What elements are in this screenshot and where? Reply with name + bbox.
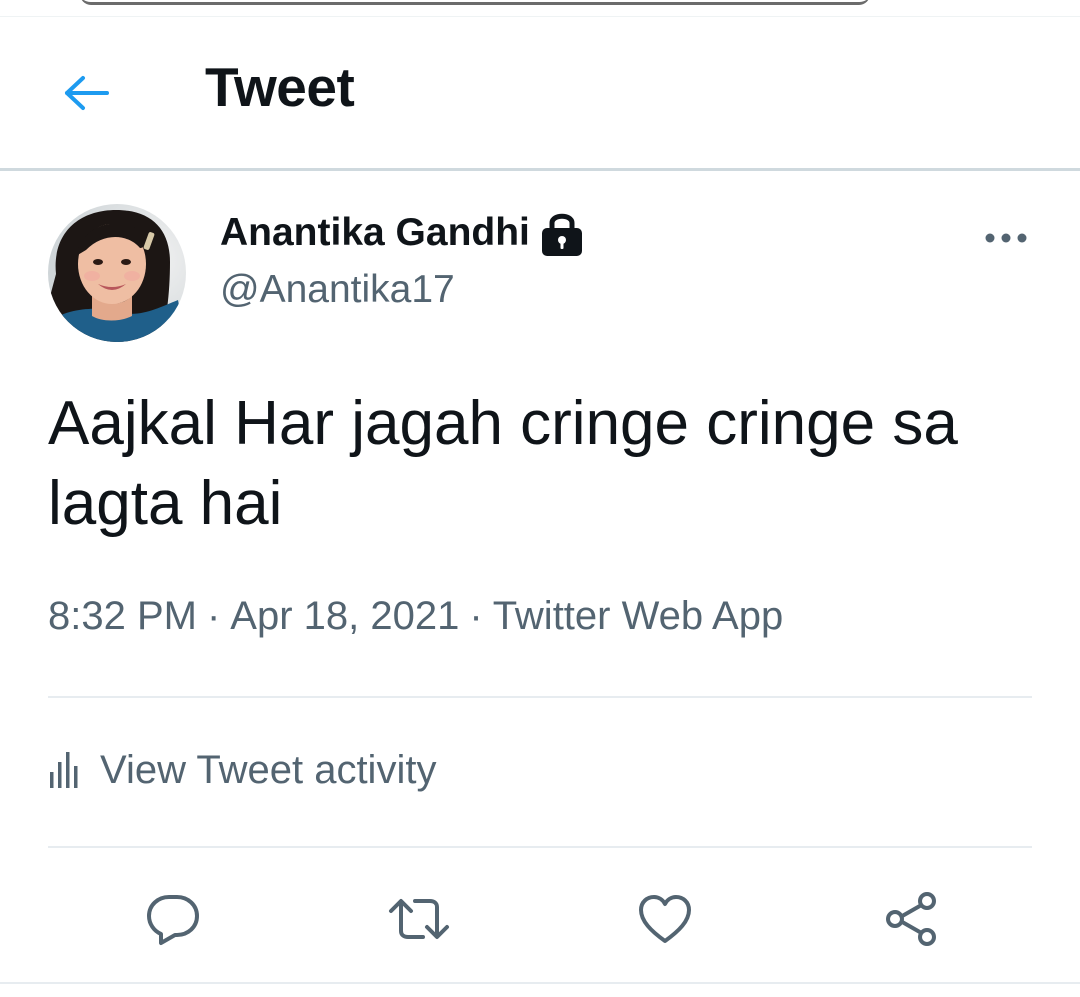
share-button[interactable] [876, 884, 946, 954]
page-title: Tweet [205, 56, 355, 118]
more-options-button[interactable] [978, 220, 1034, 256]
lock-icon [541, 213, 582, 256]
bottom-divider [0, 982, 1080, 984]
meta-separator: · [469, 594, 483, 638]
divider [48, 696, 1032, 698]
heart-icon [639, 895, 691, 943]
arrow-left-icon [65, 76, 109, 110]
meta-separator: · [206, 594, 221, 638]
retweet-icon [389, 899, 449, 939]
back-button[interactable] [52, 69, 120, 117]
share-icon [886, 892, 936, 946]
divider [48, 846, 1032, 848]
tweet-source[interactable]: Twitter Web App [493, 594, 784, 638]
tweet-date[interactable]: Apr 18, 2021 [230, 594, 459, 638]
reply-button[interactable] [138, 884, 208, 954]
browser-bar-edge [80, 0, 870, 5]
tweet-time[interactable]: 8:32 PM [48, 594, 197, 638]
tweet-text: Aajkal Har jagah cringe cringe sa lagta … [48, 389, 958, 538]
user-name-text: Anantika Gandhi [220, 211, 530, 254]
analytics-bars-icon [50, 752, 78, 788]
more-dots-icon [985, 233, 1027, 243]
header: Tweet [0, 17, 1080, 171]
view-tweet-activity-link[interactable]: View Tweet activity [48, 742, 436, 798]
user-handle[interactable]: @Anantika17 [220, 268, 455, 312]
user-name[interactable]: Anantika Gandhi [220, 208, 586, 258]
tweet-meta: 8:32 PM · Apr 18, 2021 · Twitter Web App [48, 594, 783, 639]
like-button[interactable] [630, 884, 700, 954]
avatar-photo [48, 204, 186, 342]
activity-label: View Tweet activity [100, 747, 437, 792]
retweet-button[interactable] [384, 884, 454, 954]
avatar[interactable] [48, 204, 186, 342]
tweet-actions [0, 870, 1080, 966]
reply-bubble-icon [147, 895, 199, 945]
